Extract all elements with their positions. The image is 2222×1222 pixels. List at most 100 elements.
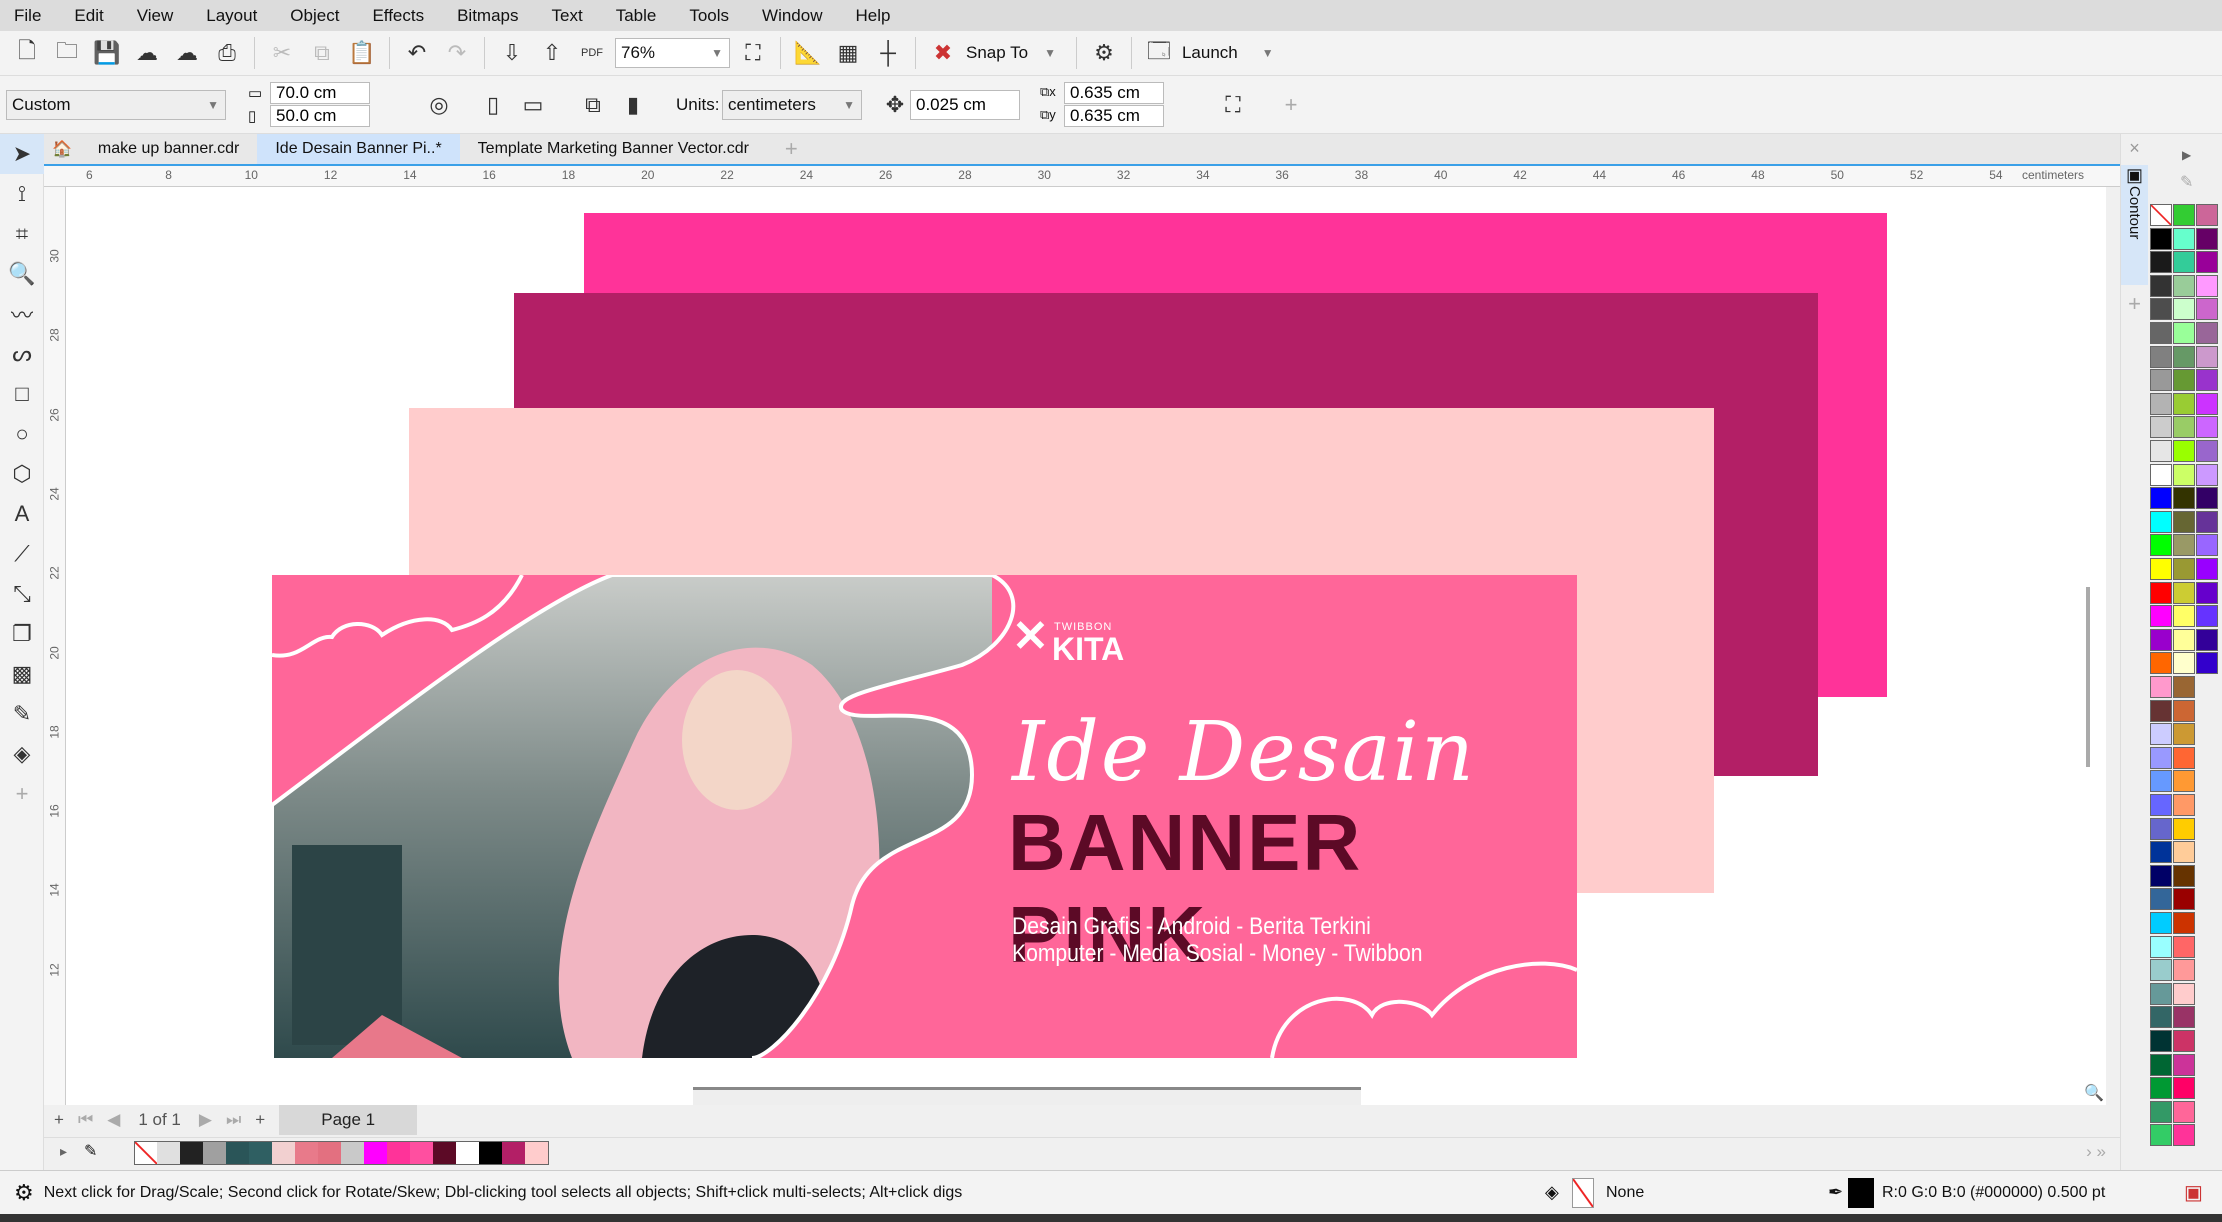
page-width-input[interactable] xyxy=(270,82,370,104)
palette-swatch[interactable] xyxy=(2173,770,2195,793)
document-color-swatch[interactable] xyxy=(387,1142,410,1164)
palette-swatch[interactable] xyxy=(2196,322,2218,344)
palette-swatch[interactable] xyxy=(2150,534,2172,557)
doc-palette-scroll-icon[interactable]: › » xyxy=(2086,1142,2106,1162)
rectangle-tool-icon[interactable]: □ xyxy=(0,374,44,414)
page-height-input[interactable] xyxy=(270,105,370,127)
portrait-icon[interactable]: ▯ xyxy=(476,88,510,122)
outline-swatch[interactable] xyxy=(1848,1177,1874,1208)
guidelines-icon[interactable]: ┼ xyxy=(871,36,905,70)
dimension-tool-icon[interactable]: ⟋ xyxy=(0,534,44,574)
doc-palette-eyedropper-icon[interactable]: ✎ xyxy=(84,1141,97,1161)
new-tab-icon[interactable]: + xyxy=(767,134,816,164)
palette-swatch[interactable] xyxy=(2196,652,2218,675)
eyedropper-icon[interactable]: ✎ xyxy=(0,694,44,734)
horizontal-ruler[interactable]: centimeters 6 8 10 12 14 16 18 20 22 24 26 28 30 32 34 3… xyxy=(44,164,2120,187)
document-color-swatch[interactable] xyxy=(479,1142,502,1164)
cloud-download-icon[interactable]: ☁ xyxy=(130,36,164,70)
palette-swatch[interactable] xyxy=(2173,1100,2195,1123)
menu-object[interactable]: Object xyxy=(290,6,339,26)
color-proof-icon[interactable]: ▣ xyxy=(2184,1180,2203,1205)
copy-icon[interactable]: ⧉ xyxy=(305,36,339,70)
document-color-swatch[interactable] xyxy=(341,1142,364,1164)
snap-off-icon[interactable]: ✖ xyxy=(926,36,960,70)
nudge-distance-input[interactable] xyxy=(910,90,1020,120)
palette-swatch[interactable] xyxy=(2150,369,2172,392)
menu-tools[interactable]: Tools xyxy=(689,6,729,26)
menu-edit[interactable]: Edit xyxy=(74,6,103,26)
palette-swatch[interactable] xyxy=(2150,416,2172,439)
undo-icon[interactable]: ↶ xyxy=(400,36,434,70)
palette-swatch[interactable] xyxy=(2173,510,2195,533)
palette-swatch[interactable] xyxy=(2150,345,2172,368)
freehand-tool-icon[interactable]: 〰 xyxy=(0,294,44,334)
last-page-icon[interactable]: ⏭ xyxy=(226,1110,241,1130)
document-color-swatch[interactable] xyxy=(502,1142,525,1164)
palette-swatch[interactable] xyxy=(2196,416,2218,439)
add-page-after-icon[interactable]: + xyxy=(255,1110,265,1130)
palette-swatch[interactable] xyxy=(2196,510,2218,533)
new-document-icon[interactable]: 🗋 xyxy=(10,36,44,70)
document-color-swatch[interactable] xyxy=(272,1142,295,1164)
palette-swatch[interactable] xyxy=(2150,322,2172,344)
palette-swatch[interactable] xyxy=(2173,1077,2195,1100)
palette-swatch[interactable] xyxy=(2173,534,2195,557)
all-pages-icon[interactable]: ⧉ xyxy=(576,88,610,122)
palette-swatch[interactable] xyxy=(2173,841,2195,864)
palette-swatch[interactable] xyxy=(2150,699,2172,722)
palette-swatch[interactable] xyxy=(2150,652,2172,675)
palette-swatch[interactable] xyxy=(2196,440,2218,462)
rulers-icon[interactable]: 📐 xyxy=(791,36,825,70)
next-page-icon[interactable]: ▶ xyxy=(199,1110,212,1130)
palette-swatch[interactable] xyxy=(2173,274,2195,297)
palette-swatch[interactable] xyxy=(2150,558,2172,580)
print-icon[interactable]: ⎙ xyxy=(210,36,244,70)
palette-swatch[interactable] xyxy=(2150,1100,2172,1123)
zoom-level-select[interactable]: 76% ▼ xyxy=(615,38,730,68)
palette-swatch[interactable] xyxy=(2150,794,2172,816)
document-color-swatch[interactable] xyxy=(226,1142,249,1164)
palette-swatch[interactable] xyxy=(2150,935,2172,958)
palette-swatch[interactable] xyxy=(2196,345,2218,368)
palette-swatch[interactable] xyxy=(2196,558,2218,580)
palette-swatch[interactable] xyxy=(2173,558,2195,580)
palette-swatch[interactable] xyxy=(2173,628,2195,651)
palette-swatch[interactable] xyxy=(2150,298,2172,321)
transparency-icon[interactable]: ▩ xyxy=(0,654,44,694)
shape-tool-icon[interactable]: ⟟ xyxy=(0,174,44,214)
units-select[interactable]: centimeters ▼ xyxy=(722,90,862,120)
palette-swatch[interactable] xyxy=(2150,605,2172,628)
palette-swatch[interactable] xyxy=(2196,534,2218,557)
vertical-ruler[interactable]: 30 28 26 24 22 20 18 16 14 12 xyxy=(44,187,66,1105)
palette-swatch[interactable] xyxy=(2196,581,2218,604)
palette-swatch[interactable] xyxy=(2196,369,2218,392)
paste-icon[interactable]: 📋 xyxy=(345,36,379,70)
palette-swatch[interactable] xyxy=(2196,605,2218,628)
palette-swatch[interactable] xyxy=(2173,746,2195,769)
grid-icon[interactable]: ▦ xyxy=(831,36,865,70)
drop-shadow-icon[interactable]: ❐ xyxy=(0,614,44,654)
fill-tool-icon[interactable]: ◈ xyxy=(0,734,44,774)
document-color-swatch[interactable] xyxy=(318,1142,341,1164)
palette-swatch[interactable] xyxy=(2150,888,2172,911)
docker-close-icon[interactable]: × xyxy=(2121,138,2148,159)
palette-swatch[interactable] xyxy=(2150,463,2172,486)
export-icon[interactable]: ⇧ xyxy=(535,36,569,70)
connector-tool-icon[interactable]: ⤡ xyxy=(0,574,44,614)
document-color-swatch[interactable] xyxy=(456,1142,479,1164)
document-color-swatch[interactable] xyxy=(525,1142,548,1164)
prev-page-icon[interactable]: ◀ xyxy=(107,1110,120,1130)
menu-bitmaps[interactable]: Bitmaps xyxy=(457,6,518,26)
palette-swatch[interactable] xyxy=(2173,817,2195,840)
palette-swatch[interactable] xyxy=(2173,652,2195,675)
tab-make-up-banner[interactable]: make up banner.cdr xyxy=(80,134,257,164)
launch-icon[interactable]: 🗔 xyxy=(1142,36,1176,70)
palette-swatch[interactable] xyxy=(2173,676,2195,698)
ellipse-tool-icon[interactable]: ○ xyxy=(0,414,44,454)
palette-swatch[interactable] xyxy=(2173,935,2195,958)
palette-swatch[interactable] xyxy=(2173,440,2195,462)
save-icon[interactable]: 💾 xyxy=(90,36,124,70)
contour-docker-tab[interactable]: ▣ Contour xyxy=(2121,165,2148,285)
palette-swatch[interactable] xyxy=(2150,841,2172,864)
no-color-swatch[interactable] xyxy=(2150,204,2172,226)
